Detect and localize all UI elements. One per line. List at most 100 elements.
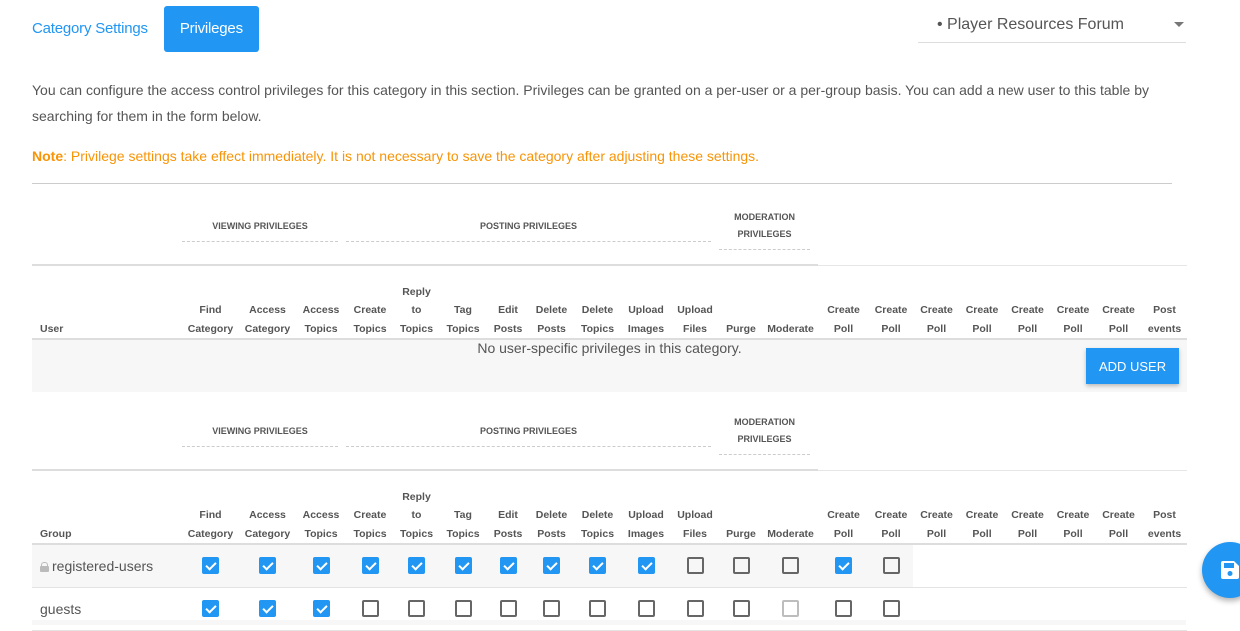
viewing-privileges-label: Viewing Privileges	[182, 218, 338, 242]
category-select[interactable]: • Player Resources Forum	[918, 8, 1186, 43]
save-button[interactable]	[1202, 542, 1240, 598]
empty-cell	[913, 544, 961, 588]
privilege-checkbox[interactable]	[408, 599, 425, 617]
column-header-delete-posts: Delete Posts	[529, 469, 574, 545]
privilege-checkbox[interactable]	[882, 599, 900, 617]
privilege-checkbox[interactable]	[686, 557, 704, 575]
privilege-checkbox[interactable]	[259, 557, 276, 575]
save-icon	[1221, 561, 1239, 579]
column-header-line: Create	[1102, 509, 1135, 521]
privilege-checkbox[interactable]	[259, 599, 276, 617]
column-header-create-topics: Create Topics	[346, 469, 394, 545]
tab-privileges[interactable]: Privileges	[163, 6, 259, 52]
privilege-checkbox[interactable]	[408, 557, 425, 575]
privilege-checkbox[interactable]	[499, 599, 517, 617]
column-header-line: Poll	[833, 527, 854, 540]
column-header-create-poll: Create Poll	[913, 264, 961, 340]
group-privileges-table: Viewing Privileges Posting Privileges Mo…	[32, 400, 1188, 631]
column-header-reply-to-topics: Reply to Topics	[394, 264, 439, 340]
privilege-checkbox[interactable]	[361, 599, 379, 617]
privilege-checkbox[interactable]	[882, 557, 900, 575]
column-header-find-category: Find Category	[182, 264, 239, 340]
privilege-checkbox[interactable]	[835, 599, 853, 617]
privilege-checkbox[interactable]	[732, 557, 750, 575]
column-header-line: Category	[187, 527, 234, 540]
caret-down-icon	[1174, 22, 1184, 27]
empty-cell	[1142, 544, 1188, 588]
privilege-cell	[487, 544, 529, 588]
privilege-checkbox[interactable]	[589, 599, 606, 617]
privilege-checkbox[interactable]	[543, 557, 560, 575]
privilege-checkbox[interactable]	[782, 557, 800, 575]
column-header-upload-files: Upload Files	[671, 264, 720, 340]
privilege-checkbox[interactable]	[732, 599, 750, 617]
column-header-line: Poll	[972, 527, 992, 540]
column-header-line: Edit	[498, 509, 518, 521]
column-header-line: Topics	[353, 527, 387, 540]
privilege-checkbox[interactable]	[361, 557, 379, 575]
column-header-line: Poll	[833, 322, 854, 335]
column-header-access-category: Access Category	[239, 469, 296, 545]
column-header-line: Posts	[537, 527, 566, 540]
privilege-cell	[296, 544, 346, 588]
note-text: Note: Privilege settings take effect imm…	[32, 144, 759, 168]
privilege-cell	[394, 544, 439, 588]
privilege-checkbox[interactable]	[686, 599, 704, 617]
column-header-line: Topics	[304, 322, 338, 335]
column-header-line: Files	[683, 527, 707, 540]
privilege-checkbox[interactable]	[637, 599, 655, 617]
privilege-cell	[239, 544, 296, 588]
column-header-line: Topics	[580, 527, 615, 540]
column-header-tag-topics: Tag Topics	[439, 264, 487, 340]
privilege-checkbox[interactable]	[202, 557, 219, 575]
column-header-line: Find	[199, 304, 222, 316]
column-header-line: Upload	[628, 509, 664, 521]
column-header-line: Delete	[581, 304, 614, 316]
empty-cell	[1051, 544, 1096, 588]
column-header-line: Topics	[446, 322, 480, 335]
column-header-line: Category	[244, 527, 291, 540]
privilege-checkbox[interactable]	[454, 557, 472, 575]
column-header-row: User Find Category Access Category Access Top…	[32, 264, 1188, 340]
empty-message: No user-specific privileges in this cate…	[477, 340, 742, 356]
privilege-cell	[818, 544, 870, 588]
privilege-cell	[719, 544, 764, 588]
column-header-line: Create	[965, 304, 999, 316]
privilege-checkbox[interactable]	[543, 599, 560, 617]
column-header-line: Topics	[580, 322, 615, 335]
column-header-line: Create	[827, 304, 860, 316]
privilege-checkbox[interactable]	[835, 557, 853, 575]
column-header-line: Poll	[1063, 322, 1083, 335]
privilege-checkbox[interactable]	[499, 557, 517, 575]
column-header-line: Category	[187, 322, 234, 335]
privilege-cell	[182, 544, 239, 588]
privilege-checkbox[interactable]	[312, 557, 330, 575]
posting-privileges-label: Posting Privileges	[346, 218, 712, 242]
column-header-line: Topics	[446, 527, 480, 540]
privilege-checkbox[interactable]	[312, 599, 330, 617]
column-header-line: to	[411, 304, 422, 316]
column-header-line: Create	[965, 509, 999, 521]
tab-category-settings[interactable]: Category Settings	[16, 6, 164, 52]
privilege-cell	[869, 544, 914, 588]
column-header-moderate: Moderate	[763, 264, 819, 340]
column-header-line: Access	[249, 509, 286, 521]
column-header-line: Files	[683, 322, 707, 335]
column-header-line: Access	[249, 304, 286, 316]
column-header-line: Find	[199, 509, 222, 521]
privilege-checkbox[interactable]	[637, 557, 655, 575]
privilege-cell	[574, 544, 621, 588]
column-header-create-poll: Create Poll	[818, 469, 870, 545]
column-header-create-poll: Create Poll	[1004, 469, 1052, 545]
privilege-checkbox[interactable]	[454, 599, 472, 617]
lock-icon	[40, 561, 49, 572]
column-header-line: Posts	[493, 322, 523, 335]
column-header-line: Poll	[926, 527, 947, 540]
column-header-moderate: Moderate	[763, 469, 819, 545]
add-user-button[interactable]: ADD USER	[1086, 348, 1180, 384]
column-header-line: Tag	[454, 304, 472, 316]
privilege-checkbox[interactable]	[202, 599, 219, 617]
column-header-line: Moderate	[767, 527, 814, 540]
column-header-line: Poll	[1108, 527, 1129, 540]
privilege-checkbox[interactable]	[589, 557, 606, 575]
